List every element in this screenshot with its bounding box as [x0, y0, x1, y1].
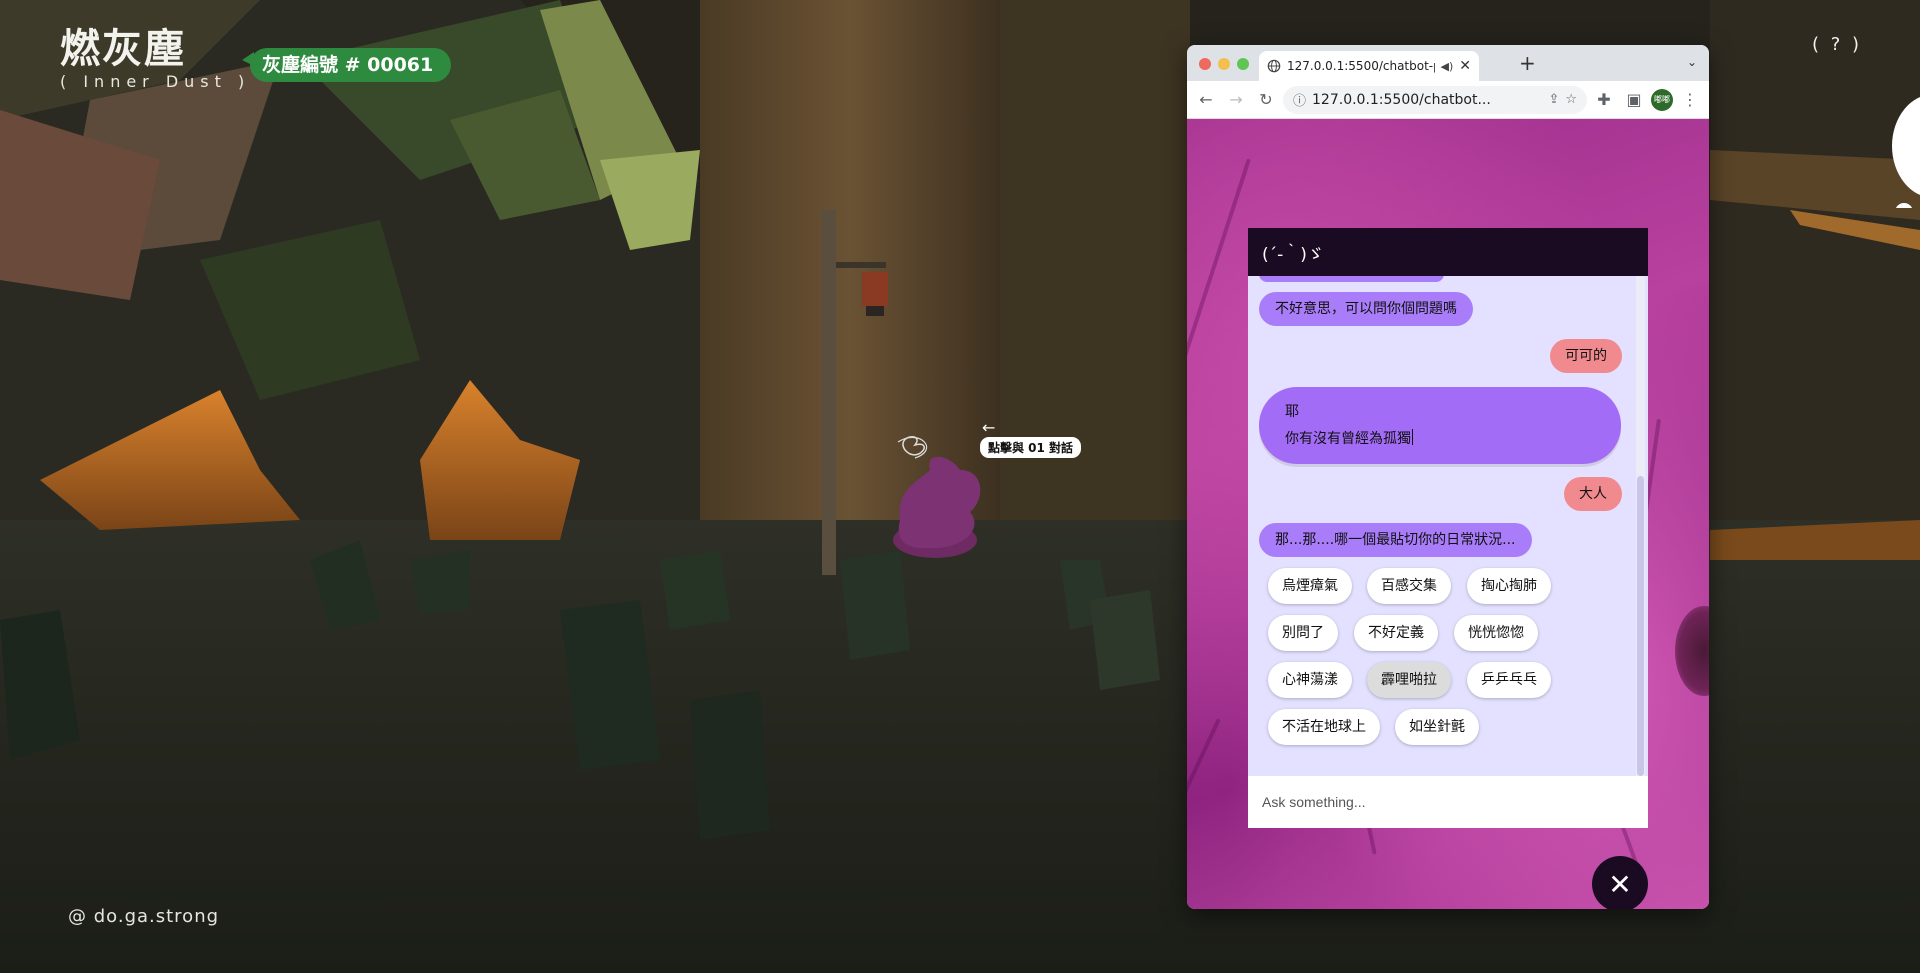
- browser-tab[interactable]: 127.0.0.1:5500/chatbot-po ◀) ✕: [1259, 51, 1479, 81]
- chat-input-bar: [1248, 776, 1648, 828]
- option-button[interactable]: 掏心掏肺: [1467, 568, 1551, 604]
- logo-subtitle: ( Inner Dust ): [60, 72, 251, 91]
- chat-header: (´-｀)ゞ: [1248, 228, 1648, 276]
- info-icon[interactable]: ⓘ: [1293, 90, 1306, 109]
- speaker-icon[interactable]: ◀): [1441, 60, 1454, 73]
- side-panel-icon[interactable]: ▣: [1621, 87, 1647, 113]
- chatbot-widget: (´-｀)ゞ 不好意思，可以問你個問題嗎 可可的 耶 你有沒有曾經為孤獨 大人 …: [1248, 228, 1648, 828]
- maximize-window-button[interactable]: [1237, 58, 1249, 70]
- bot-message-line-typing: 你有沒有曾經為孤獨: [1285, 429, 1413, 447]
- back-icon[interactable]: ←: [1193, 87, 1219, 113]
- close-window-button[interactable]: [1199, 58, 1211, 70]
- extensions-puzzle-icon[interactable]: ✚: [1591, 87, 1617, 113]
- dust-id-badge: 灰塵編號 # 00061: [241, 48, 452, 82]
- option-button[interactable]: 百感交集: [1367, 568, 1451, 604]
- option-button[interactable]: 不好定義: [1354, 615, 1438, 651]
- bot-message-large: 耶 你有沒有曾經為孤獨: [1259, 387, 1621, 464]
- option-button[interactable]: 恍恍惚惚: [1454, 615, 1538, 651]
- game-logo: 燃灰塵 ( Inner Dust ): [60, 25, 251, 92]
- option-button[interactable]: 如坐針氈: [1395, 709, 1479, 745]
- bot-message: 那...那....哪一個最貼切你的日常狀況...: [1259, 523, 1532, 557]
- chat-input[interactable]: [1262, 794, 1634, 810]
- address-bar[interactable]: ⓘ 127.0.0.1:5500/chatbot... ⇪ ☆: [1283, 85, 1587, 114]
- tab-bar: 127.0.0.1:5500/chatbot-po ◀) ✕ + ⌄: [1187, 45, 1709, 81]
- chat-close-button[interactable]: ✕: [1592, 856, 1648, 909]
- browser-toolbar: ← → ↻ ⓘ 127.0.0.1:5500/chatbot... ⇪ ☆ ✚ …: [1187, 81, 1709, 119]
- option-button[interactable]: 別問了: [1268, 615, 1338, 651]
- logo-title: 燃灰塵: [60, 25, 186, 72]
- reload-icon[interactable]: ↻: [1253, 87, 1279, 113]
- tab-title: 127.0.0.1:5500/chatbot-po: [1287, 59, 1435, 73]
- user-message: 可可的: [1550, 339, 1622, 373]
- bot-message: 不好意思，可以問你個問題嗎: [1259, 292, 1473, 326]
- minimize-window-button[interactable]: [1218, 58, 1230, 70]
- option-button[interactable]: 不活在地球上: [1268, 709, 1380, 745]
- option-button[interactable]: 心神蕩漾: [1268, 662, 1352, 698]
- thought-bubble-icon[interactable]: [1868, 88, 1920, 208]
- npc-arrow-icon: ←: [982, 418, 996, 437]
- new-tab-button[interactable]: +: [1519, 51, 1536, 75]
- chat-scrollbar-thumb[interactable]: [1637, 476, 1644, 776]
- npc-talk-prompt[interactable]: 點擊與 01 對話: [980, 437, 1082, 458]
- page-viewport: (´-｀)ゞ 不好意思，可以問你個問題嗎 可可的 耶 你有沒有曾經為孤獨 大人 …: [1187, 119, 1709, 909]
- option-button-hovered[interactable]: 霹哩啪拉: [1367, 662, 1451, 698]
- chat-messages[interactable]: 不好意思，可以問你個問題嗎 可可的 耶 你有沒有曾經為孤獨 大人 那...那..…: [1248, 276, 1648, 776]
- globe-icon: [1267, 59, 1281, 73]
- more-menu-icon[interactable]: ⋮: [1677, 87, 1703, 113]
- bot-message: [1259, 276, 1444, 282]
- option-button[interactable]: 乒乒乓乓: [1467, 662, 1551, 698]
- profile-avatar[interactable]: 嘟嘟: [1651, 88, 1673, 111]
- help-button[interactable]: ( ? ): [1812, 34, 1862, 55]
- browser-window: 127.0.0.1:5500/chatbot-po ◀) ✕ + ⌄ ← → ↻…: [1187, 45, 1709, 909]
- chat-header-title: (´-｀)ゞ: [1262, 244, 1324, 265]
- share-icon[interactable]: ⇪: [1548, 92, 1559, 107]
- user-message: 大人: [1564, 477, 1622, 511]
- credit-text: @ do.ga.strong: [68, 906, 220, 927]
- typing-caret: [1412, 429, 1413, 445]
- background-blob: [1675, 606, 1709, 696]
- option-button[interactable]: 烏煙瘴氣: [1268, 568, 1352, 604]
- address-url[interactable]: 127.0.0.1:5500/chatbot...: [1312, 92, 1542, 108]
- tab-close-button[interactable]: ✕: [1459, 58, 1471, 74]
- tab-search-button[interactable]: ⌄: [1687, 55, 1697, 69]
- forward-icon[interactable]: →: [1223, 87, 1249, 113]
- bot-message-line: 耶: [1285, 404, 1299, 420]
- bookmark-star-icon[interactable]: ☆: [1565, 92, 1577, 107]
